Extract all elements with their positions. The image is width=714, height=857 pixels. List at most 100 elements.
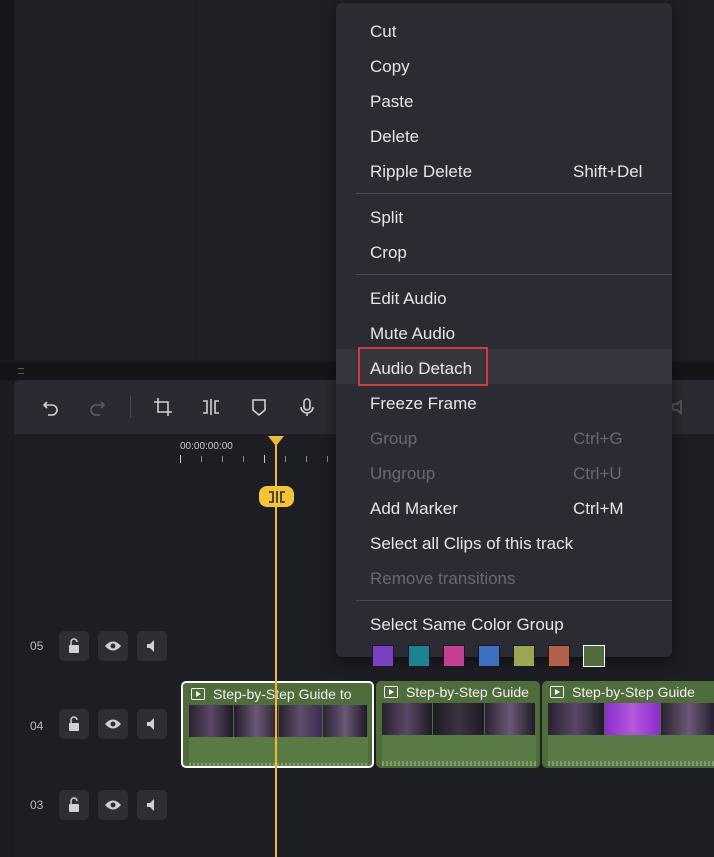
preview-guide-line [193, 0, 194, 360]
menu-shortcut-group: Ctrl+G [573, 429, 623, 448]
menu-item-mute-audio[interactable]: Mute Audio [370, 324, 455, 344]
menu-item-group[interactable]: Group [370, 429, 417, 449]
clip-header: Step-by-Step Guide [376, 681, 540, 703]
track-visibility-button[interactable] [98, 790, 128, 820]
marker-button[interactable] [244, 392, 274, 422]
audio-waveform [548, 761, 714, 766]
clip-audio-track [189, 737, 368, 766]
menu-item-crop[interactable]: Crop [370, 243, 407, 263]
marker-icon [252, 399, 266, 417]
ruler-tick [264, 455, 265, 463]
track-mute-button[interactable] [137, 709, 167, 739]
menu-item-remove-transitions[interactable]: Remove transitions [370, 569, 516, 589]
clip-title: Step-by-Step Guide to [213, 686, 352, 702]
track-lock-button[interactable] [59, 790, 89, 820]
menu-separator [356, 193, 672, 194]
menu-item-freeze-frame[interactable]: Freeze Frame [370, 394, 477, 414]
track-lock-button[interactable] [59, 631, 89, 661]
split-button[interactable] [196, 392, 226, 422]
audio-waveform [189, 763, 368, 766]
clip-thumbnail [189, 705, 233, 737]
menu-item-select-color-group[interactable]: Select Same Color Group [370, 615, 564, 635]
video-clip-icon [550, 686, 564, 698]
video-clip[interactable]: Step-by-Step Guide [376, 681, 540, 768]
video-clip[interactable]: Step-by-Step Guide [542, 681, 714, 768]
track-mute-button[interactable] [137, 790, 167, 820]
editor-window: 00:00:00:00 05 04 03 Step-by-Step Guide … [0, 0, 714, 857]
resize-grip-icon [18, 368, 24, 374]
menu-shortcut-ripple-delete: Shift+Del [573, 162, 643, 181]
split-icon [203, 399, 219, 415]
color-swatch-rust[interactable] [548, 645, 570, 667]
clip-thumbnail [323, 705, 367, 737]
speaker-icon [147, 640, 154, 652]
track-visibility-button[interactable] [98, 709, 128, 739]
color-swatch-blue[interactable] [478, 645, 500, 667]
track-number: 04 [30, 719, 44, 733]
clip-thumbnail [661, 703, 714, 735]
playhead-split-button[interactable] [259, 486, 294, 507]
playhead-handle[interactable] [268, 436, 284, 446]
video-clip-icon [384, 686, 398, 698]
menu-shortcut-ungroup: Ctrl+U [573, 464, 622, 483]
ruler-tick [243, 456, 244, 462]
track-mute-button[interactable] [137, 631, 167, 661]
video-clip-icon [191, 688, 205, 700]
color-swatch-green[interactable] [583, 645, 605, 667]
clip-thumbnail [484, 703, 535, 735]
menu-separator [356, 600, 672, 601]
color-swatch-teal[interactable] [408, 645, 430, 667]
audio-detach-highlight [358, 347, 488, 386]
crop-icon [154, 398, 172, 416]
clip-thumbnails [548, 703, 714, 735]
color-swatch-pink[interactable] [443, 645, 465, 667]
ruler-timecode: 00:00:00:00 [180, 441, 233, 452]
ruler-tick [306, 456, 307, 462]
speaker-icon [147, 718, 154, 730]
ruler-tick [222, 456, 223, 462]
menu-item-cut[interactable]: Cut [370, 22, 396, 42]
eye-icon [105, 800, 121, 810]
unlock-icon [69, 638, 79, 653]
menu-item-add-marker[interactable]: Add Marker [370, 499, 458, 519]
color-swatch-olive[interactable] [513, 645, 535, 667]
eye-icon [105, 641, 121, 651]
ruler-tick [285, 456, 286, 462]
track-number: 05 [30, 639, 44, 653]
undo-icon [42, 401, 58, 416]
clip-title: Step-by-Step Guide [406, 684, 529, 700]
clip-thumbnail [604, 703, 661, 735]
crop-button[interactable] [148, 392, 178, 422]
split-icon [268, 490, 285, 503]
preview-side-strip [0, 0, 14, 360]
menu-shortcut-add-marker: Ctrl+M [573, 499, 624, 518]
track-visibility-button[interactable] [98, 631, 128, 661]
menu-separator [356, 274, 672, 275]
color-swatch-purple[interactable] [372, 645, 394, 667]
menu-item-split[interactable]: Split [370, 208, 403, 228]
ruler-tick [201, 456, 202, 462]
track-number: 03 [30, 798, 44, 812]
undo-button[interactable] [36, 392, 66, 422]
menu-item-paste[interactable]: Paste [370, 92, 413, 112]
unlock-icon [69, 716, 79, 731]
menu-item-ungroup[interactable]: Ungroup [370, 464, 435, 484]
menu-item-ripple-delete[interactable]: Ripple Delete [370, 162, 472, 182]
clip-thumbnails [382, 703, 536, 735]
record-voice-button[interactable] [292, 392, 322, 422]
mic-icon [300, 398, 314, 416]
clip-thumbnail [278, 705, 323, 737]
ruler-tick [180, 455, 181, 463]
clip-title: Step-by-Step Guide [572, 684, 695, 700]
track-lock-button[interactable] [59, 709, 89, 739]
menu-item-edit-audio[interactable]: Edit Audio [370, 289, 447, 309]
video-clip[interactable]: Step-by-Step Guide to [181, 681, 374, 768]
menu-item-select-track-clips[interactable]: Select all Clips of this track [370, 534, 573, 554]
menu-item-delete[interactable]: Delete [370, 127, 419, 147]
menu-item-copy[interactable]: Copy [370, 57, 410, 77]
unlock-icon [69, 797, 79, 812]
clip-audio-track [382, 735, 536, 766]
redo-button[interactable] [82, 392, 112, 422]
speaker-icon [147, 799, 154, 811]
clip-header: Step-by-Step Guide [542, 681, 714, 703]
